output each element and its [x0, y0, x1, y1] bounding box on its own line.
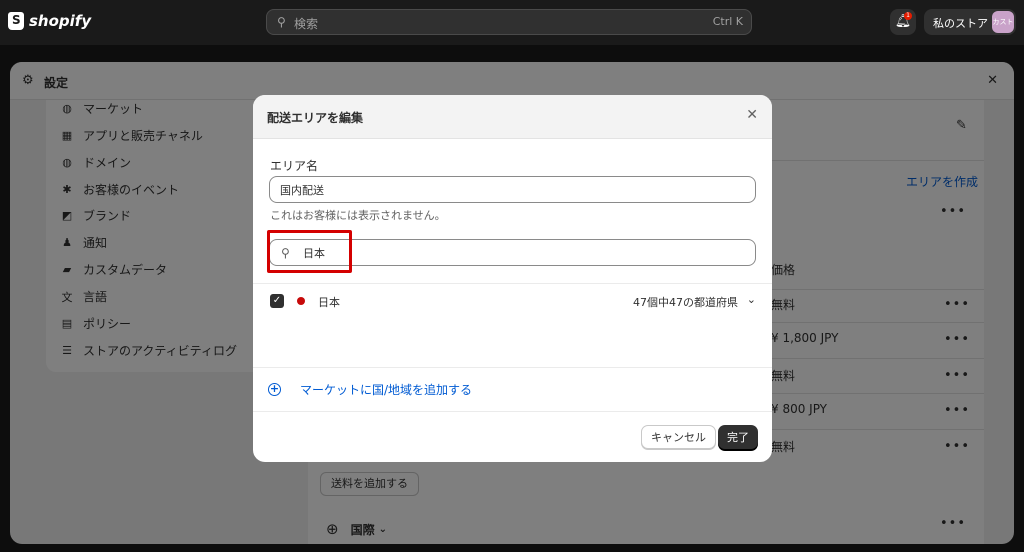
country-row[interactable]: ✓ 日本 47個中47の都道府県 ⌄ [270, 293, 756, 309]
plus-circle-icon: + [268, 382, 281, 396]
store-name: 私のストア [933, 17, 988, 30]
shopify-logo[interactable]: shopify [8, 12, 91, 30]
divider [253, 411, 772, 412]
avatar: カスト [992, 11, 1014, 33]
zone-name-input[interactable] [269, 176, 756, 203]
modal-header: 配送エリアを編集 ✕ [253, 95, 772, 139]
country-checkbox[interactable]: ✓ [270, 294, 284, 308]
search-icon: ⚲ [277, 15, 286, 29]
divider [253, 283, 772, 284]
add-country-to-market-link[interactable]: + マーケットに国/地域を追加する [268, 381, 472, 398]
divider [253, 367, 772, 368]
shopify-bag-icon [8, 12, 24, 30]
chevron-down-icon[interactable]: ⌄ [747, 293, 756, 306]
global-search[interactable]: ⚲ 検索 Ctrl K [266, 9, 752, 35]
notifications-button[interactable]: 🔔︎ 1 [890, 9, 916, 35]
close-icon[interactable]: ✕ [746, 107, 758, 123]
notification-badge: 1 [904, 12, 912, 20]
store-menu-button[interactable]: 私のストア カスト [924, 9, 1016, 35]
modal-title: 配送エリアを編集 [267, 111, 364, 125]
cancel-button[interactable]: キャンセル [641, 425, 716, 449]
search-shortcut: Ctrl K [712, 15, 743, 28]
done-button[interactable]: 完了 [718, 425, 758, 449]
logo-text: shopify [29, 12, 92, 30]
country-name: 日本 [318, 296, 340, 309]
edit-shipping-zone-modal: 配送エリアを編集 ✕ エリア名 これはお客様には表示されません。 ⚲ ✓ 日本 … [253, 95, 772, 462]
top-bar: shopify ⚲ 検索 Ctrl K 🔔︎ 1 私のストア カスト [0, 0, 1024, 45]
add-market-label: マーケットに国/地域を追加する [300, 383, 473, 397]
flag-icon [297, 297, 305, 305]
country-search-input[interactable] [303, 244, 743, 262]
highlight-box [267, 230, 352, 273]
zone-name-help: これはお客様には表示されません。 [270, 209, 446, 222]
zone-name-label: エリア名 [270, 159, 319, 173]
region-count[interactable]: 47個中47の都道府県 [633, 294, 738, 310]
search-placeholder: 検索 [294, 17, 319, 31]
